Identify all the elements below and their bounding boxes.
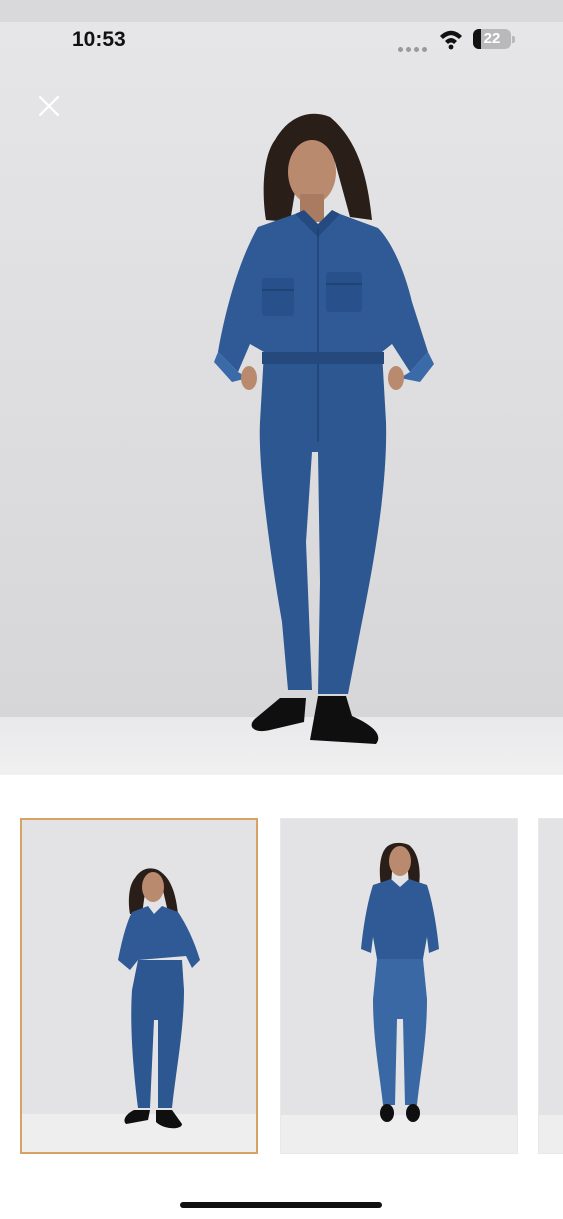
top-strip bbox=[0, 0, 563, 22]
main-product-image[interactable] bbox=[0, 22, 563, 775]
home-indicator[interactable] bbox=[180, 1202, 382, 1208]
thumbnail-model-figure bbox=[118, 868, 200, 1129]
thumbnail-1-selected[interactable] bbox=[20, 818, 258, 1154]
model-figure bbox=[214, 113, 434, 744]
close-icon[interactable] bbox=[36, 93, 62, 119]
thumbnail-2[interactable] bbox=[280, 818, 518, 1154]
battery-icon: 22 bbox=[473, 29, 511, 49]
thumbnail-model-figure bbox=[361, 842, 439, 1122]
wifi-icon bbox=[438, 28, 464, 50]
battery-tip bbox=[512, 36, 515, 43]
thumbnail-floor bbox=[539, 1115, 563, 1153]
battery-level: 22 bbox=[483, 30, 501, 47]
status-time: 10:53 bbox=[72, 28, 126, 51]
signal-dots-icon bbox=[398, 39, 430, 52]
thumbnail-3-partial[interactable] bbox=[538, 818, 563, 1154]
status-bar: 10:53 22 bbox=[0, 22, 563, 56]
